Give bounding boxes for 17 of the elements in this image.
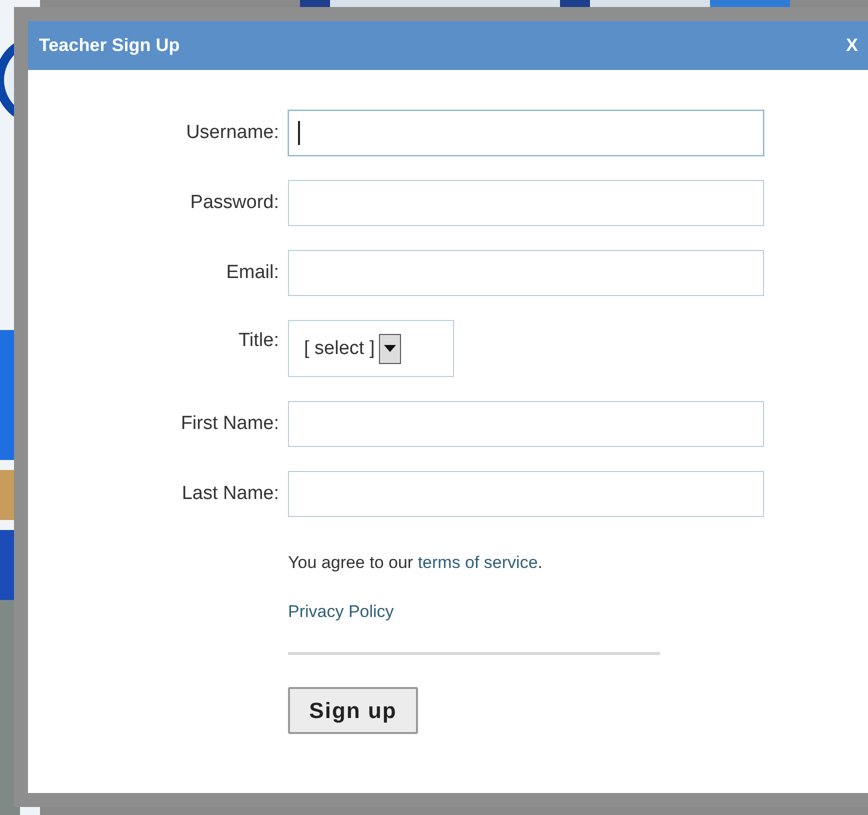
input-field[interactable] bbox=[288, 110, 764, 156]
input-field[interactable] bbox=[288, 401, 764, 447]
sign-up-button[interactable]: Sign up bbox=[288, 687, 418, 734]
dialog-title: Teacher Sign Up bbox=[39, 35, 180, 56]
input-field[interactable] bbox=[288, 180, 764, 226]
input-field[interactable] bbox=[288, 471, 764, 517]
terms-notice: You agree to our terms of service. bbox=[288, 553, 543, 573]
field-label: Title: bbox=[238, 329, 279, 352]
title-dropdown[interactable]: [ select ] bbox=[288, 320, 454, 377]
input-field[interactable] bbox=[288, 250, 764, 296]
field-label: First Name: bbox=[180, 413, 279, 435]
field-label: Email: bbox=[226, 262, 279, 284]
field-label: Password: bbox=[190, 192, 279, 214]
field-label: Username: bbox=[186, 122, 279, 144]
privacy-policy-link[interactable]: Privacy Policy bbox=[288, 602, 394, 622]
terms-link[interactable]: terms of service bbox=[418, 553, 538, 572]
field-label: Last Name: bbox=[182, 483, 279, 505]
